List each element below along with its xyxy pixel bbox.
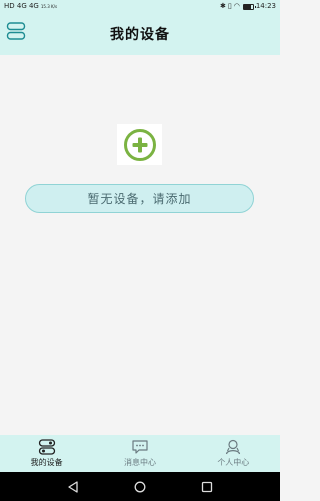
home-circle-icon: [134, 481, 146, 492]
recents-button[interactable]: [200, 480, 214, 494]
message-icon: [132, 440, 148, 454]
nav-message-center[interactable]: 消息中心: [93, 435, 186, 472]
nav-label-my-devices: 我的设备: [30, 458, 63, 467]
bluetooth-icon: ✱: [219, 2, 226, 10]
status-bar: HD 4G 4G 15.3 K/s ✱ ▯ ◠ 14:23: [0, 0, 280, 13]
back-button[interactable]: [66, 480, 80, 494]
plus-circle-icon: [123, 128, 156, 161]
menu-button[interactable]: [6, 21, 26, 41]
battery-level: [243, 4, 252, 9]
recents-square-icon: [201, 481, 212, 492]
page-title: 我的设备: [110, 27, 170, 43]
nav-label-message-center: 消息中心: [123, 458, 156, 467]
devices-icon: [38, 439, 55, 455]
system-nav-bar: [0, 472, 280, 501]
empty-state-message: 暂无设备，请添加: [25, 184, 254, 213]
status-left: HD 4G 4G 15.3 K/s: [4, 3, 57, 10]
back-triangle-icon: [68, 480, 78, 493]
bottom-nav: 我的设备 消息中心 个人中心: [0, 435, 280, 472]
wifi-icon: ◠: [233, 2, 240, 10]
net-speed: 15.3 K/s: [40, 3, 58, 9]
nav-label-profile: 个人中心: [217, 458, 250, 467]
nav-my-devices[interactable]: 我的设备: [0, 435, 93, 472]
signal-icons: HD 4G 4G: [4, 2, 39, 10]
profile-icon: [226, 439, 241, 455]
menu-icon: [6, 22, 26, 40]
add-device-button[interactable]: [117, 124, 162, 165]
main-content: 暂无设备，请添加: [0, 55, 280, 435]
home-button[interactable]: [133, 480, 147, 494]
status-time: 14:23: [255, 2, 276, 10]
battery-icon: [242, 3, 256, 10]
nav-profile[interactable]: 个人中心: [187, 435, 280, 472]
app-header: 我的设备: [0, 13, 280, 55]
vibrate-icon: ▯: [227, 2, 232, 10]
status-right: ✱ ▯ ◠ 14:23: [220, 3, 276, 10]
